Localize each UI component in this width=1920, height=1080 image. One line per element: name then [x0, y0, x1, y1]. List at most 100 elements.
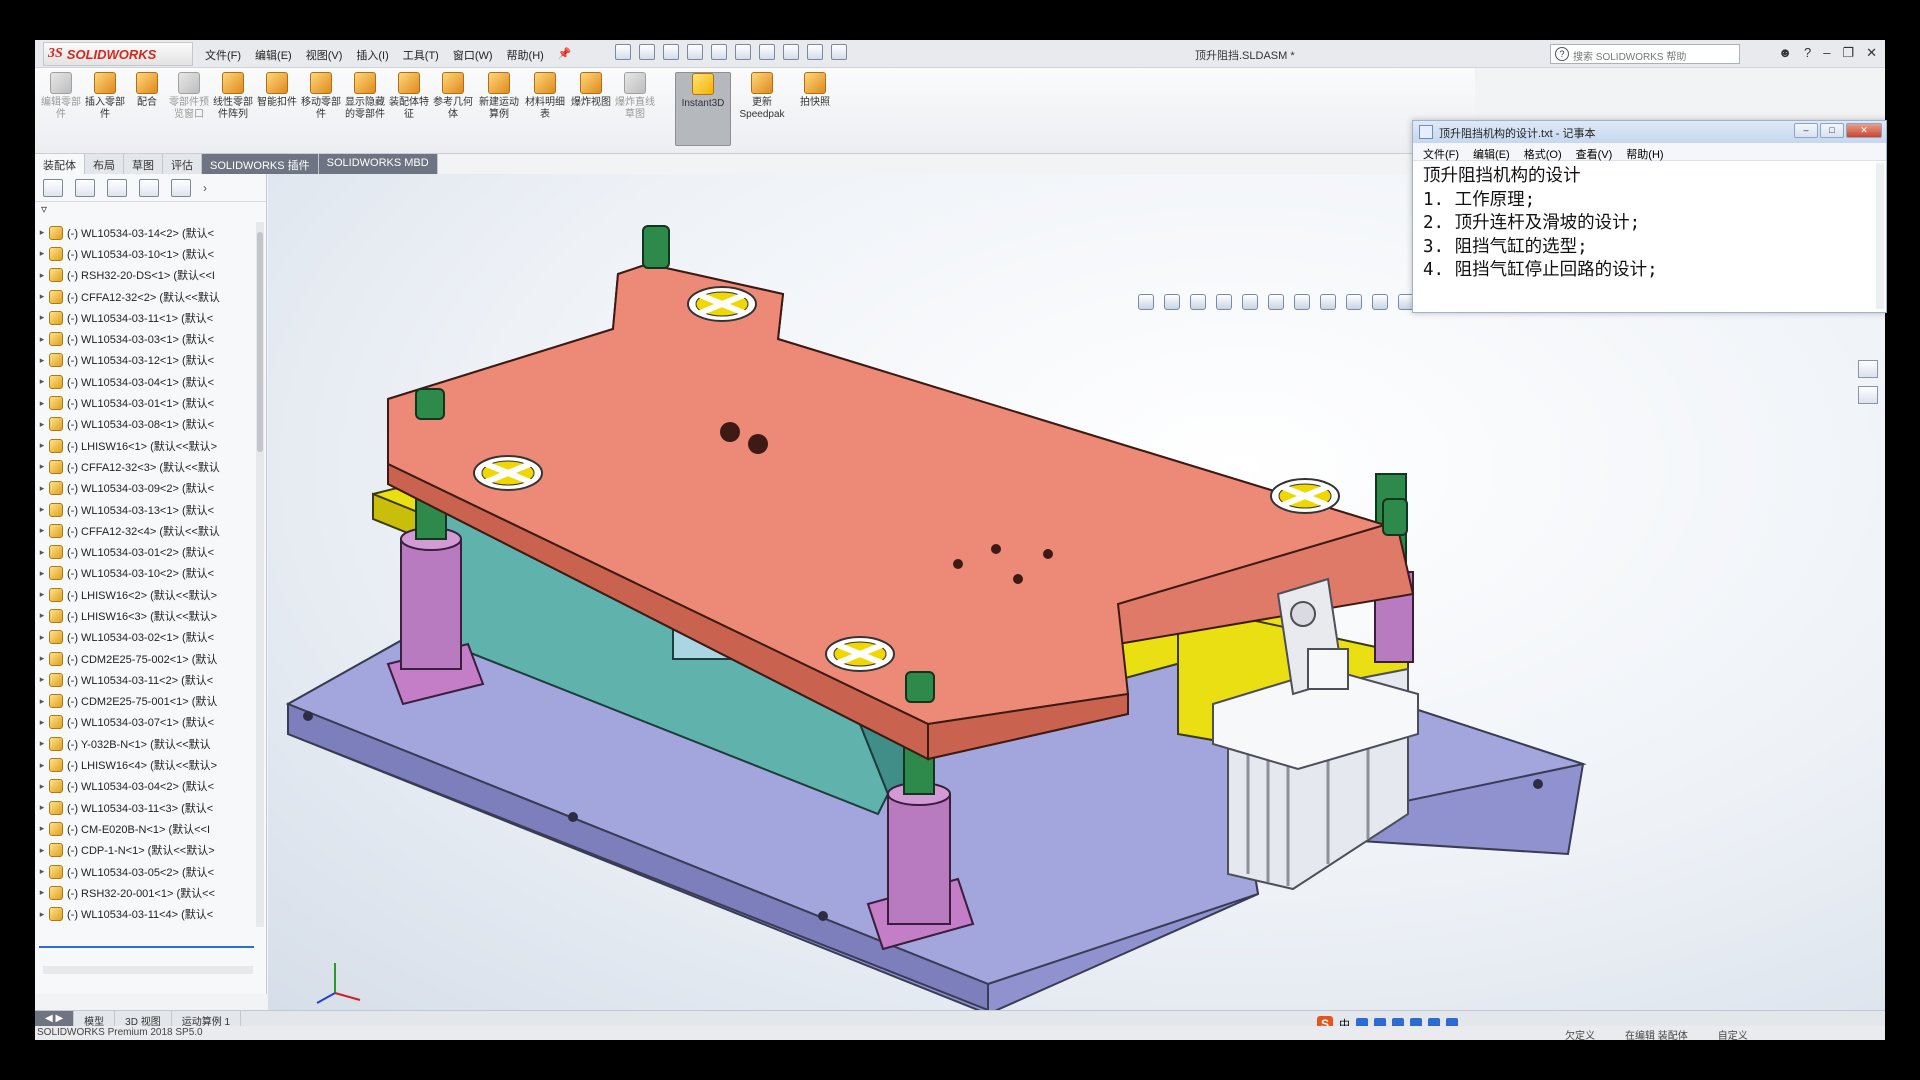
menu-file[interactable]: 文件(F): [205, 47, 241, 63]
undo-icon[interactable]: [735, 44, 751, 60]
tree-item[interactable]: ▸ (-) WL10534-03-11<1> (默认<: [35, 307, 257, 328]
tab-assembly[interactable]: 装配体: [35, 154, 85, 174]
notepad-title-bar[interactable]: 顶升阻挡机构的设计.txt - 记事本 – □ ✕: [1413, 121, 1886, 143]
notepad-menu-file[interactable]: 文件(F): [1423, 146, 1459, 161]
user-icon[interactable]: ☻: [1778, 45, 1792, 61]
tree-horizontal-scrollbar[interactable]: [43, 966, 253, 974]
dimxpert-tab-icon[interactable]: [139, 178, 159, 197]
tree-item[interactable]: ▸ (-) LHISW16<2> (默认<<默认>: [35, 584, 257, 605]
design-library-icon[interactable]: [1858, 386, 1878, 404]
tree-item[interactable]: ▸ (-) WL10534-03-10<1> (默认<: [35, 243, 257, 264]
take-snapshot-button[interactable]: 拍快照: [795, 72, 835, 146]
tree-item[interactable]: ▸ (-) WL10534-03-03<1> (默认<: [35, 328, 257, 349]
expand-arrow-icon[interactable]: ▸: [35, 461, 49, 472]
chevron-right-icon[interactable]: ›: [203, 181, 207, 195]
mate-button[interactable]: 配合: [127, 72, 167, 146]
tree-item[interactable]: ▸ (-) WL10534-03-08<1> (默认<: [35, 414, 257, 435]
expand-arrow-icon[interactable]: ▸: [35, 653, 49, 664]
solidworks-logo[interactable]: 3S SOLIDWORKS: [43, 42, 193, 66]
expand-arrow-icon[interactable]: ▸: [35, 248, 49, 259]
tree-item[interactable]: ▸ (-) WL10534-03-07<1> (默认<: [35, 712, 257, 733]
tab-nav-arrows[interactable]: ◀ ▶: [35, 1011, 75, 1026]
new-document-icon[interactable]: [639, 44, 655, 60]
tab-evaluate[interactable]: 评估: [163, 154, 202, 174]
tree-item[interactable]: ▸ (-) CFFA12-32<2> (默认<<默认: [35, 286, 257, 307]
tree-item[interactable]: ▸ (-) CDM2E25-75-002<1> (默认: [35, 648, 257, 669]
tab-3d-views[interactable]: 3D 视图: [115, 1011, 172, 1028]
tree-item[interactable]: ▸ (-) WL10534-03-13<1> (默认<: [35, 499, 257, 520]
expand-arrow-icon[interactable]: ▸: [35, 823, 49, 834]
tree-item[interactable]: ▸ (-) WL10534-03-02<1> (默认<: [35, 627, 257, 648]
move-component-button[interactable]: 移动零部件: [301, 72, 341, 146]
tab-layout[interactable]: 布局: [85, 154, 124, 174]
expand-arrow-icon[interactable]: ▸: [35, 717, 49, 728]
edit-component-button[interactable]: 编辑零部件: [41, 72, 81, 146]
expand-arrow-icon[interactable]: ▸: [35, 738, 49, 749]
expand-arrow-icon[interactable]: ▸: [35, 355, 49, 366]
options-gear-icon[interactable]: [831, 44, 847, 60]
expand-arrow-icon[interactable]: ▸: [35, 398, 49, 409]
tree-scrollbar[interactable]: [256, 222, 264, 927]
bill-of-materials-button[interactable]: 材料明细表: [525, 72, 565, 146]
notepad-window[interactable]: 顶升阻挡机构的设计.txt - 记事本 – □ ✕ 文件(F) 编辑(E) 格式…: [1412, 120, 1887, 313]
print-icon[interactable]: [711, 44, 727, 60]
menu-edit[interactable]: 编辑(E): [255, 47, 292, 63]
tree-item[interactable]: ▸ (-) RSH32-20-001<1> (默认<<: [35, 882, 257, 903]
menu-tools[interactable]: 工具(T): [403, 47, 439, 63]
expand-arrow-icon[interactable]: ▸: [35, 802, 49, 813]
expand-arrow-icon[interactable]: ▸: [35, 909, 49, 920]
tree-item[interactable]: ▸ (-) WL10534-03-12<1> (默认<: [35, 350, 257, 371]
expand-arrow-icon[interactable]: ▸: [35, 270, 49, 281]
expand-arrow-icon[interactable]: ▸: [35, 674, 49, 685]
select-icon[interactable]: [759, 44, 775, 60]
tree-item[interactable]: ▸ (-) RSH32-20-DS<1> (默认<<I: [35, 265, 257, 286]
new-motion-study-button[interactable]: 新建运动算例: [479, 72, 519, 146]
tree-item[interactable]: ▸ (-) WL10534-03-09<2> (默认<: [35, 478, 257, 499]
property-manager-tab-icon[interactable]: [75, 178, 95, 197]
pin-icon[interactable]: 📌: [558, 47, 572, 63]
tree-item[interactable]: ▸ (-) WL10534-03-11<2> (默认<: [35, 669, 257, 690]
tree-item[interactable]: ▸ (-) WL10534-03-04<2> (默认<: [35, 776, 257, 797]
expand-arrow-icon[interactable]: ▸: [35, 483, 49, 494]
expand-arrow-icon[interactable]: ▸: [35, 589, 49, 600]
tab-solidworks-mbd[interactable]: SOLIDWORKS MBD: [318, 154, 438, 174]
expand-arrow-icon[interactable]: ▸: [35, 419, 49, 430]
reference-geometry-button[interactable]: 参考几何体: [433, 72, 473, 146]
tree-item[interactable]: ▸ (-) WL10534-03-04<1> (默认<: [35, 371, 257, 392]
tree-item[interactable]: ▸ (-) WL10534-03-05<2> (默认<: [35, 861, 257, 882]
notepad-close-button[interactable]: ✕: [1846, 123, 1882, 138]
expand-arrow-icon[interactable]: ▸: [35, 504, 49, 515]
restore-button[interactable]: ❐: [1842, 45, 1854, 61]
filter-icon[interactable]: ▿: [35, 202, 266, 220]
instant3d-button[interactable]: Instant3D: [675, 72, 731, 146]
rollback-bar[interactable]: [39, 946, 254, 948]
close-button[interactable]: ✕: [1866, 45, 1877, 61]
exploded-view-button[interactable]: 爆炸视图: [571, 72, 611, 146]
configuration-manager-tab-icon[interactable]: [107, 178, 127, 197]
expand-arrow-icon[interactable]: ▸: [35, 568, 49, 579]
tab-model[interactable]: 模型: [74, 1011, 116, 1028]
expand-arrow-icon[interactable]: ▸: [35, 887, 49, 898]
expand-arrow-icon[interactable]: ▸: [35, 632, 49, 643]
notepad-scrollbar[interactable]: [1876, 163, 1884, 309]
minimize-button[interactable]: –: [1823, 45, 1830, 61]
menu-window[interactable]: 窗口(W): [453, 47, 493, 63]
expand-arrow-icon[interactable]: ▸: [35, 610, 49, 621]
tree-item[interactable]: ▸ (-) CDM2E25-75-001<1> (默认: [35, 691, 257, 712]
notepad-maximize-button[interactable]: □: [1820, 123, 1844, 138]
tree-item[interactable]: ▸ (-) WL10534-03-10<2> (默认<: [35, 563, 257, 584]
show-hidden-components-button[interactable]: 显示隐藏的零部件: [345, 72, 385, 146]
tree-item[interactable]: ▸ (-) Y-032B-N<1> (默认<<默认: [35, 733, 257, 754]
insert-component-button[interactable]: 插入零部件: [85, 72, 125, 146]
tree-item[interactable]: ▸ (-) WL10534-03-11<4> (默认<: [35, 904, 257, 925]
tree-item[interactable]: ▸ (-) WL10534-03-01<2> (默认<: [35, 541, 257, 562]
expand-arrow-icon[interactable]: ▸: [35, 781, 49, 792]
tree-item[interactable]: ▸ (-) WL10534-03-14<2> (默认<: [35, 222, 257, 243]
tab-sketch[interactable]: 草图: [124, 154, 163, 174]
assembly-features-button[interactable]: 装配体特征: [389, 72, 429, 146]
tree-item[interactable]: ▸ (-) LHISW16<1> (默认<<默认>: [35, 435, 257, 456]
menu-help[interactable]: 帮助(H): [507, 47, 544, 63]
notepad-menu-edit[interactable]: 编辑(E): [1473, 146, 1510, 161]
help-icon[interactable]: ?: [1804, 45, 1811, 61]
notepad-minimize-button[interactable]: –: [1794, 123, 1818, 138]
